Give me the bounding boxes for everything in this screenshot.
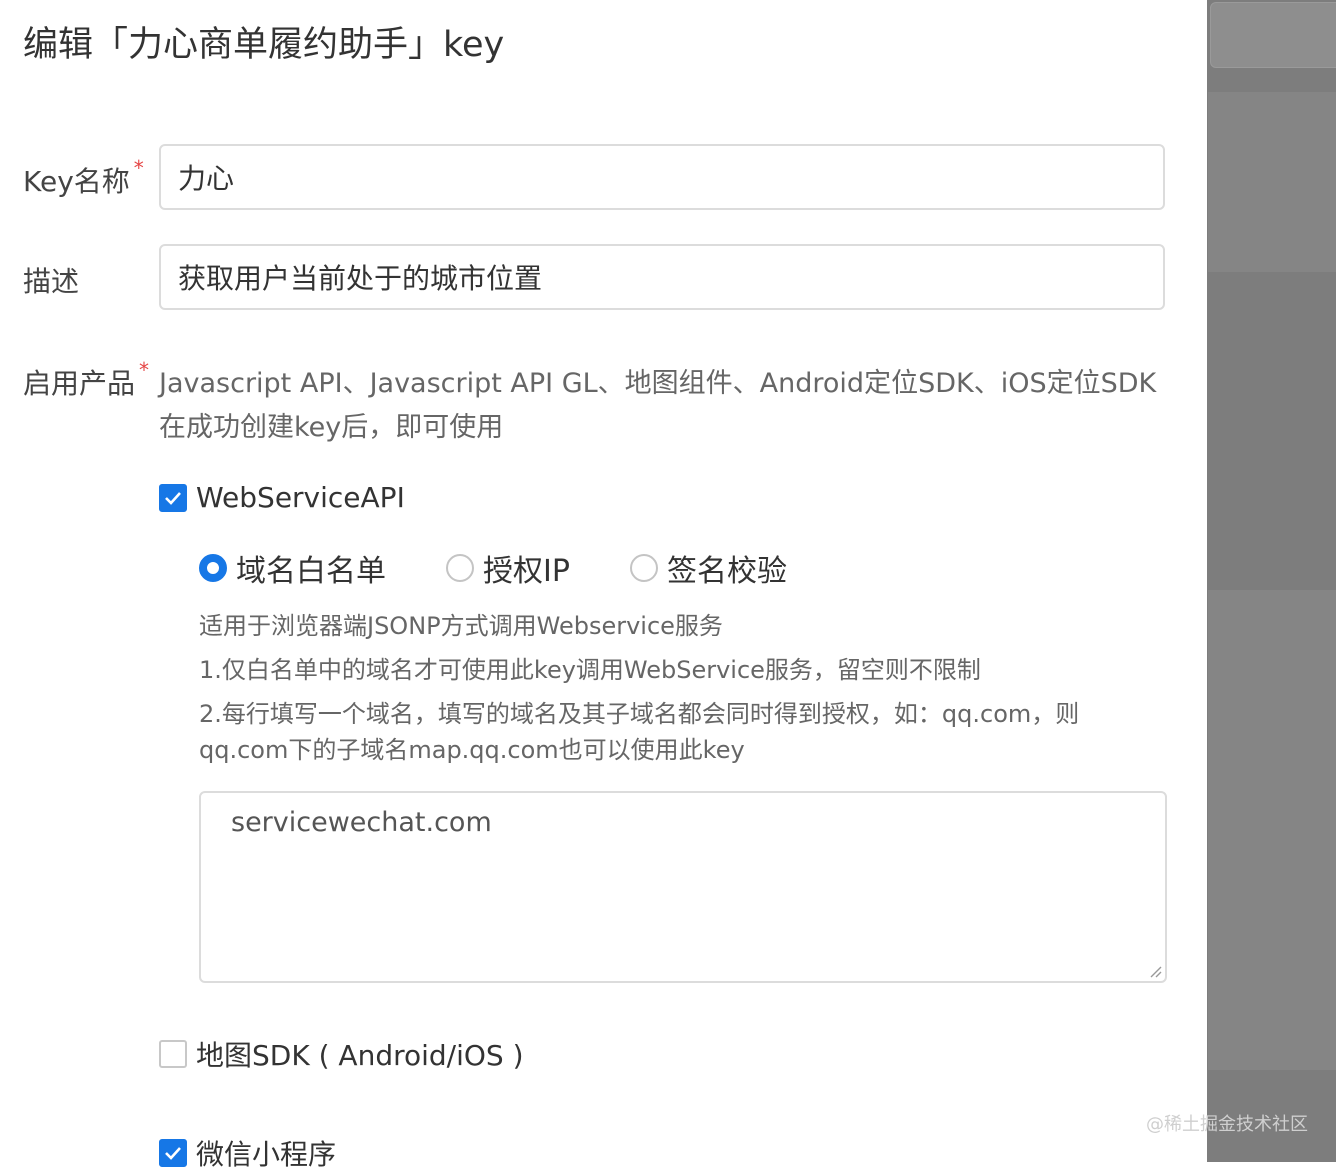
description-value: 获取用户当前处于的城市位置	[178, 262, 543, 295]
check-icon	[165, 491, 181, 505]
backdrop-card	[1210, 2, 1336, 68]
auth-mode-radio-group: 域名白名单 授权IP 签名校验	[199, 546, 847, 590]
webservice-label: WebServiceAPI	[196, 481, 405, 514]
key-name-label: Key名称 *	[23, 156, 144, 200]
radio-label: 授权IP	[483, 554, 570, 589]
whitelist-value: servicewechat.com	[231, 807, 492, 838]
radio-authorized-ip[interactable]: 授权IP	[446, 546, 570, 590]
description-input[interactable]: 获取用户当前处于的城市位置	[159, 244, 1165, 310]
map-sdk-label: 地图SDK ( Android/iOS )	[196, 1039, 524, 1072]
products-label: 启用产品 *	[23, 358, 149, 402]
map-sdk-checkbox[interactable]	[159, 1040, 187, 1068]
radio-selected-icon[interactable]	[199, 554, 227, 582]
radio-domain-whitelist[interactable]: 域名白名单	[199, 546, 386, 590]
radio-label: 签名校验	[666, 554, 787, 589]
map-sdk-checkbox-row[interactable]: 地图SDK ( Android/iOS )	[159, 1034, 524, 1074]
enabled-products-text: Javascript API、Javascript API GL、地图组件、An…	[159, 368, 1157, 443]
check-icon	[165, 1147, 181, 1160]
hint-line: 2.每行填写一个域名，填写的域名及其子域名都会同时得到授权，如：qq.com，则…	[199, 700, 1080, 764]
webservice-checkbox[interactable]	[159, 483, 187, 512]
watermark: @稀土掘金技术社区	[1146, 1114, 1308, 1135]
products-label-text: 启用产品	[23, 367, 136, 400]
backdrop-shade	[1208, 92, 1336, 272]
miniprogram-checkbox[interactable]	[159, 1139, 187, 1167]
webservice-checkbox-row[interactable]: WebServiceAPI	[159, 481, 405, 514]
resize-grip-icon[interactable]	[1148, 964, 1162, 978]
domain-whitelist-textarea[interactable]: servicewechat.com	[199, 791, 1167, 983]
required-mark: *	[133, 156, 144, 180]
hint-line: 适用于浏览器端JSONP方式调用Webservice服务	[199, 612, 723, 640]
radio-unselected-icon[interactable]	[629, 554, 658, 582]
radio-unselected-icon[interactable]	[446, 554, 474, 582]
hint-line: 1.仅白名单中的域名才可使用此key调用WebService服务，留空则不限制	[199, 656, 981, 684]
required-mark: *	[139, 358, 150, 382]
key-name-label-text: Key名称	[23, 165, 130, 198]
dialog-title: 编辑「力心商单履约助手」key	[23, 25, 505, 65]
edit-key-dialog: 编辑「力心商单履约助手」key Key名称 * 力心 描述 获取用户当前处于的城市…	[0, 0, 1207, 1171]
radio-label: 域名白名单	[236, 554, 386, 589]
key-name-input[interactable]: 力心	[159, 144, 1165, 210]
backdrop-shade	[1208, 590, 1336, 1070]
radio-signature-check[interactable]: 签名校验	[629, 546, 787, 590]
miniprogram-label: 微信小程序	[196, 1138, 337, 1171]
miniprogram-checkbox-row[interactable]: 微信小程序	[159, 1133, 336, 1173]
description-label: 描述	[23, 265, 80, 298]
key-name-value: 力心	[178, 162, 235, 195]
